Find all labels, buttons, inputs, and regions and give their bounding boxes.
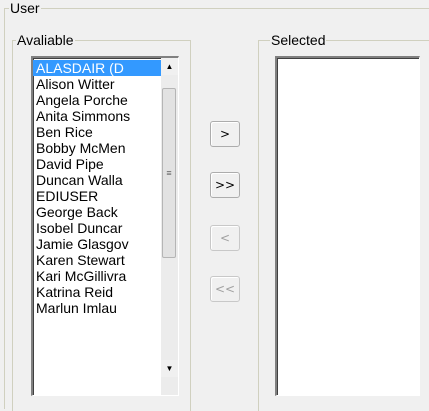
scroll-up-arrow-icon[interactable]: ▲ (161, 58, 178, 75)
remove-selected-button[interactable]: < (210, 225, 240, 251)
list-item[interactable]: ALASDAIR (D (33, 60, 161, 76)
list-item[interactable]: Marlun Imlau (33, 300, 161, 316)
list-item[interactable]: Ben Rice (33, 124, 161, 140)
remove-all-button[interactable]: << (210, 276, 240, 302)
scrollbar-thumb[interactable]: ≡ (162, 88, 176, 258)
add-all-button[interactable]: >> (210, 172, 240, 198)
grip-icon: ≡ (166, 167, 172, 178)
list-item[interactable]: EDIUSER (33, 188, 161, 204)
add-selected-button[interactable]: > (210, 121, 240, 147)
available-listbox[interactable]: ALASDAIR (D Alison Witter Angela Porche Ani… (31, 56, 179, 396)
available-groupbox-label: Avaliable (16, 32, 75, 48)
list-item[interactable]: Duncan Walla (33, 172, 161, 188)
available-scrollbar[interactable]: ▲ ≡ ▼ (161, 58, 178, 395)
list-item[interactable]: Kari McGillivra (33, 268, 161, 284)
user-groupbox-label: User (9, 0, 41, 16)
list-item[interactable]: Jamie Glasgov (33, 236, 161, 252)
list-item[interactable]: Alison Witter (33, 76, 161, 92)
list-item[interactable]: Karen Stewart (33, 252, 161, 268)
list-item[interactable]: David Pipe (33, 156, 161, 172)
list-item[interactable]: Isobel Duncar (33, 220, 161, 236)
scroll-down-arrow-icon[interactable]: ▼ (161, 360, 178, 377)
selected-groupbox-label: Selected (270, 32, 327, 48)
list-item[interactable]: Bobby McMen (33, 140, 161, 156)
list-item[interactable]: Anita Simmons (33, 108, 161, 124)
available-list-items: ALASDAIR (D Alison Witter Angela Porche Ani… (33, 60, 161, 316)
list-item[interactable]: Angela Porche (33, 92, 161, 108)
list-item[interactable]: Katrina Reid (33, 284, 161, 300)
list-item[interactable]: George Back (33, 204, 161, 220)
selected-listbox[interactable] (275, 56, 420, 396)
